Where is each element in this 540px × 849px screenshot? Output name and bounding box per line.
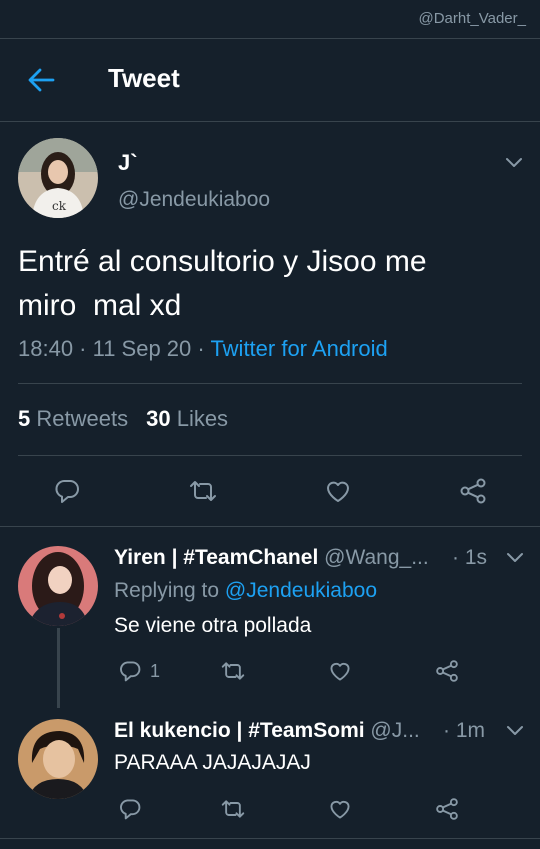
retweet-button[interactable] [219, 659, 247, 683]
share-button[interactable] [434, 797, 460, 821]
reply-time: · 1m [443, 719, 485, 742]
avatar[interactable] [18, 719, 98, 799]
avatar[interactable] [18, 546, 98, 626]
tweet-timestamp: 18:40 · 11 Sep 20 · [18, 336, 211, 361]
author-name[interactable]: J` [118, 150, 138, 176]
likes-label[interactable]: Likes [177, 406, 228, 431]
like-button[interactable] [328, 659, 352, 683]
back-arrow-icon[interactable] [26, 65, 56, 95]
replying-to: Replying to @Jendeukiaboo [114, 579, 377, 603]
like-button[interactable] [324, 477, 352, 505]
reply-button[interactable] [53, 477, 81, 505]
like-count[interactable]: 30 [146, 406, 170, 431]
reply-button[interactable]: 1 [118, 659, 160, 683]
like-icon [330, 662, 350, 681]
chevron-down-icon[interactable] [503, 151, 525, 173]
reply-author[interactable]: El kukencio | #TeamSomi @J... [114, 719, 420, 743]
reply-author[interactable]: Yiren | #TeamChanel @Wang_... [114, 546, 429, 570]
avatar[interactable]: ck [18, 138, 98, 218]
share-icon [436, 660, 458, 682]
retweet-count[interactable]: 5 [18, 406, 30, 431]
tweet-text: Entré al consultorio y Jisoo me miro mal… [18, 245, 427, 322]
reply-author-name[interactable]: Yiren | #TeamChanel [114, 546, 318, 569]
replying-to-handle[interactable]: @Jendeukiaboo [225, 579, 377, 602]
reply-author-name[interactable]: El kukencio | #TeamSomi [114, 719, 365, 742]
chevron-down-icon[interactable] [504, 719, 526, 741]
retweet-icon [190, 481, 216, 501]
share-button[interactable] [434, 659, 460, 683]
share-icon [436, 798, 458, 820]
divider [18, 383, 522, 384]
page-title: Tweet [108, 63, 180, 93]
chevron-down-icon[interactable] [504, 546, 526, 568]
reply-time: · 1s [452, 546, 488, 569]
tweet-stats: 5 Retweets 30 Likes [18, 406, 228, 432]
reply-text: Se viene otra pollada [114, 614, 312, 637]
divider [0, 838, 540, 839]
retweets-label[interactable]: Retweets [36, 406, 128, 431]
divider [18, 455, 522, 456]
like-icon [327, 481, 349, 502]
share-icon [460, 478, 486, 504]
like-button[interactable] [328, 797, 352, 821]
svg-text:ck: ck [52, 199, 67, 213]
like-icon [330, 800, 350, 819]
watermark: @Darht_Vader_ [418, 10, 526, 27]
retweet-icon [221, 800, 245, 818]
reply-button[interactable] [118, 797, 142, 821]
reply-author-handle[interactable]: @J... [370, 719, 419, 742]
tweet-source-link[interactable]: Twitter for Android [210, 336, 387, 361]
top-bar: Tweet [0, 38, 540, 122]
reply-author-handle[interactable]: @Wang_... [324, 546, 429, 569]
reply-icon [120, 799, 141, 820]
retweet-button[interactable] [219, 797, 247, 821]
thread-line [57, 628, 60, 708]
reply-icon [120, 661, 141, 682]
tweet-meta: 18:40 · 11 Sep 20 · Twitter for Android [18, 336, 388, 362]
reply-text: PARAAA JAJAJAJAJ [114, 751, 311, 774]
retweet-button[interactable] [187, 477, 219, 505]
divider [0, 526, 540, 527]
reply-icon [55, 480, 79, 503]
replying-to-label: Replying to [114, 579, 225, 602]
author-handle[interactable]: @Jendeukiaboo [118, 188, 270, 212]
reply-count: 1 [150, 660, 161, 681]
share-button[interactable] [458, 477, 488, 505]
retweet-icon [221, 662, 245, 680]
